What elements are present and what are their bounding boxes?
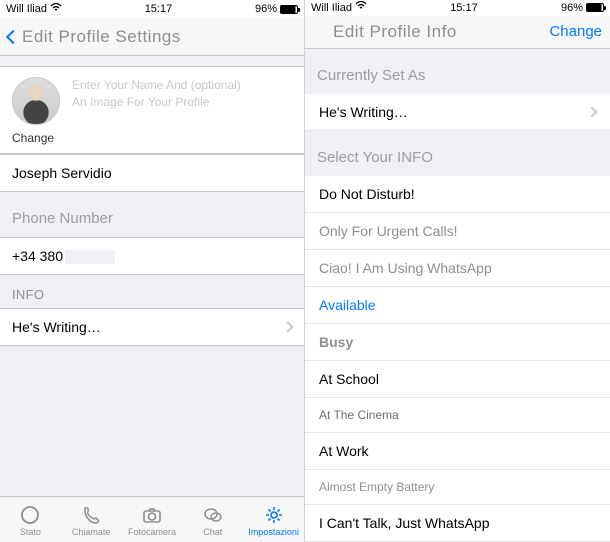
name-value: Joseph Servidio [12, 165, 112, 181]
tab-label: Stato [20, 527, 41, 537]
tab-chat[interactable]: Chat [185, 504, 241, 537]
name-input-placeholder[interactable]: Enter Your Name And (optional) An Image … [72, 77, 241, 111]
battery-pct: 96% [561, 2, 583, 14]
option-label: Busy [319, 334, 353, 350]
current-info-cell[interactable]: He's Writing… [305, 94, 610, 131]
change-button[interactable]: Change [549, 23, 602, 40]
option-at-school[interactable]: At School [305, 361, 610, 398]
wifi-icon [50, 3, 62, 16]
chat-icon [202, 504, 224, 526]
nav-title-left: Edit Profile Settings [18, 27, 296, 47]
carrier-label: Will Iliad [6, 3, 47, 15]
gear-icon [263, 504, 285, 526]
option-available[interactable]: Available [305, 287, 610, 324]
tab-label: Chiamate [72, 527, 111, 537]
phone-icon [80, 504, 102, 526]
section-current: Currently Set As [305, 49, 610, 94]
tab-stato[interactable]: Stato [2, 504, 58, 537]
tab-chiamate[interactable]: Chiamate [63, 504, 119, 537]
nav-bar-left: Edit Profile Settings [0, 18, 304, 56]
option-label: At The Cinema [319, 408, 399, 422]
option-battery[interactable]: Almost Empty Battery [305, 470, 610, 505]
option-urgent-calls[interactable]: Only For Urgent Calls! [305, 213, 610, 250]
info-cell[interactable]: He's Writing… [0, 308, 304, 346]
status-circle-icon [19, 504, 41, 526]
option-label: Ciao! I Am Using WhatsApp [319, 260, 492, 276]
battery-icon [280, 5, 298, 14]
name-cell[interactable]: Joseph Servidio [0, 154, 304, 192]
nav-title-right: Edit Profile Info [333, 22, 549, 42]
phone-value: +34 380 [12, 248, 115, 264]
option-do-not-disturb[interactable]: Do Not Disturb! [305, 176, 610, 213]
chevron-right-icon [586, 106, 597, 117]
tab-label: Impostazioni [248, 527, 299, 537]
option-label: At School [319, 371, 379, 387]
nav-bar-right: Edit Profile Info Change [305, 16, 610, 49]
option-label: Available [319, 297, 376, 313]
option-cant-talk[interactable]: I Can't Talk, Just WhatsApp [305, 505, 610, 542]
info-header: INFO [0, 275, 304, 308]
phone-cell: +34 380 [0, 237, 304, 275]
tab-bar: Stato Chiamate Fotocamera Chat Impostazi… [0, 496, 304, 542]
avatar[interactable] [12, 77, 60, 125]
option-at-cinema[interactable]: At The Cinema [305, 398, 610, 433]
option-ciao[interactable]: Ciao! I Am Using WhatsApp [305, 250, 610, 287]
camera-icon [141, 504, 163, 526]
tab-impostazioni[interactable]: Impostazioni [246, 504, 302, 537]
status-bar: Will Iliad 15:17 96% [305, 0, 610, 16]
clock: 15:17 [450, 2, 478, 14]
option-label: Only For Urgent Calls! [319, 223, 457, 239]
option-label: I Can't Talk, Just WhatsApp [319, 515, 490, 531]
tab-label: Fotocamera [128, 527, 176, 537]
battery-icon [586, 3, 604, 12]
tab-label: Chat [203, 527, 222, 537]
current-info-value: He's Writing… [319, 104, 408, 120]
option-at-work[interactable]: At Work [305, 433, 610, 470]
option-label: At Work [319, 443, 369, 459]
phone-header: Phone Number [0, 192, 304, 237]
option-busy[interactable]: Busy [305, 324, 610, 361]
carrier-label: Will Iliad [311, 2, 352, 14]
change-photo-link[interactable]: Change [12, 131, 292, 145]
chevron-right-icon [282, 322, 293, 333]
section-select: Select Your INFO [305, 131, 610, 176]
clock: 15:17 [145, 3, 173, 15]
info-value: He's Writing… [12, 319, 101, 335]
status-bar: Will Iliad 15:17 96% [0, 0, 304, 18]
option-label: Almost Empty Battery [319, 480, 434, 494]
tab-fotocamera[interactable]: Fotocamera [124, 504, 180, 537]
wifi-icon [355, 1, 367, 14]
battery-pct: 96% [255, 3, 277, 15]
back-button[interactable] [8, 32, 18, 42]
option-label: Do Not Disturb! [319, 186, 415, 202]
